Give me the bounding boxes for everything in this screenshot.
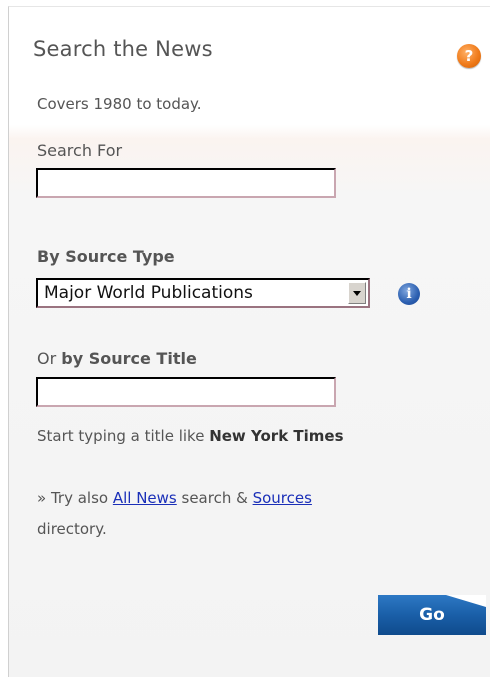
source-title-input[interactable] — [36, 377, 336, 407]
all-news-link[interactable]: All News — [113, 489, 177, 507]
sources-link[interactable]: Sources — [253, 489, 312, 507]
try-also-suffix: directory. — [37, 520, 107, 538]
info-icon[interactable]: i — [398, 283, 420, 305]
source-title-label: Or by Source Title — [37, 349, 197, 368]
hint-example: New York Times — [209, 427, 344, 445]
go-button[interactable]: Go — [378, 595, 486, 635]
source-type-selected-value: Major World Publications — [44, 283, 253, 303]
search-news-panel: Search the News ? Covers 1980 to today. … — [8, 6, 490, 677]
search-for-input[interactable] — [36, 168, 336, 198]
try-also-prefix: » Try also — [37, 489, 113, 507]
help-icon[interactable]: ? — [457, 44, 481, 68]
panel-title: Search the News — [33, 37, 213, 61]
search-for-label: Search For — [37, 141, 123, 160]
chevron-down-icon[interactable] — [348, 282, 366, 304]
hint-prefix: Start typing a title like — [37, 427, 210, 445]
source-title-label-prefix: Or — [37, 349, 62, 368]
coverage-note: Covers 1980 to today. — [37, 95, 202, 113]
source-title-label-bold: by Source Title — [61, 349, 197, 368]
source-title-hint: Start typing a title like New York Times — [37, 427, 344, 445]
source-type-label: By Source Type — [37, 247, 175, 266]
source-type-select[interactable]: Major World Publications — [36, 278, 370, 308]
try-also-line: » Try also All News search & Sources — [37, 489, 312, 507]
try-also-middle: search & — [176, 489, 253, 507]
